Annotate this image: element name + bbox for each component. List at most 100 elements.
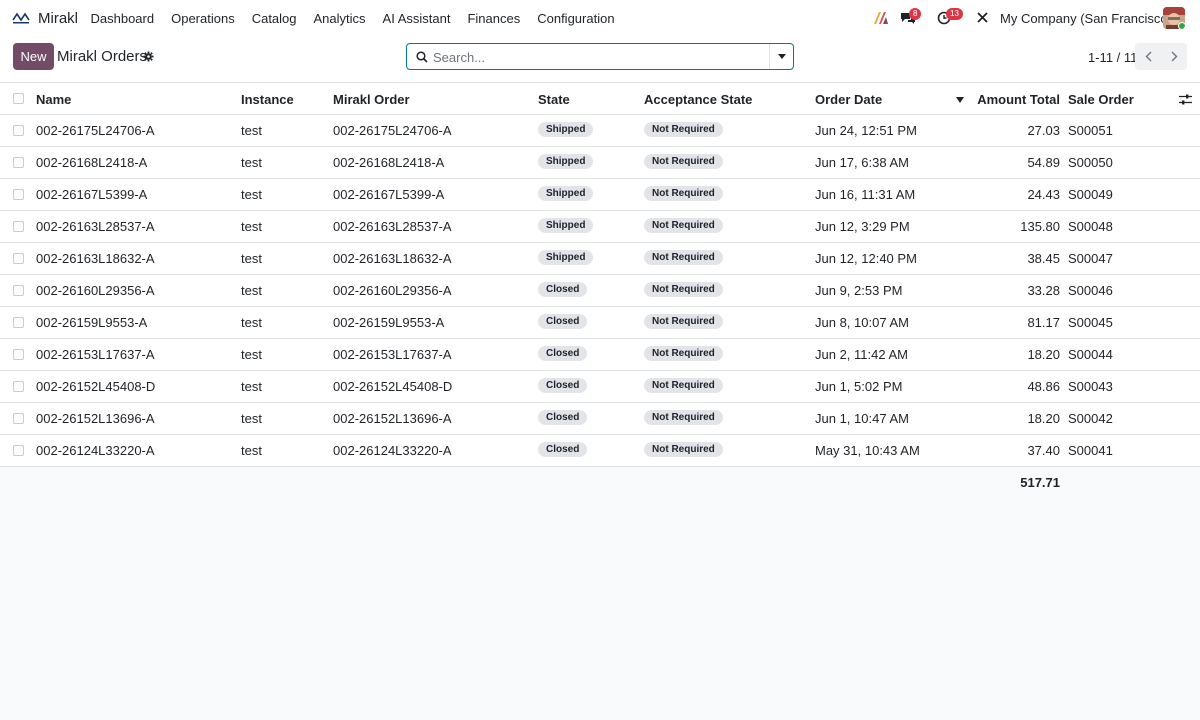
row-checkbox[interactable] xyxy=(13,381,24,392)
state-badge: Shipped xyxy=(538,122,594,138)
menu-analytics[interactable]: Analytics xyxy=(305,11,374,26)
row-checkbox[interactable] xyxy=(13,349,24,360)
cell-mirakl-order: 002-26175L24706-A xyxy=(333,123,452,138)
acceptance-badge: Not Required xyxy=(644,218,723,234)
column-header-name[interactable]: Name xyxy=(36,83,71,115)
cell-amount-total: 38.45 xyxy=(1027,251,1060,266)
cell-instance: test xyxy=(241,155,262,170)
pager-value[interactable]: 1-11 / 11 xyxy=(1088,50,1137,65)
gear-icon[interactable] xyxy=(143,51,154,62)
menu-dashboard[interactable]: Dashboard xyxy=(82,11,163,26)
row-checkbox[interactable] xyxy=(13,413,24,424)
menu-configuration[interactable]: Configuration xyxy=(529,11,623,26)
state-badge: Shipped xyxy=(538,154,594,170)
cell-order-date: Jun 2, 11:42 AM xyxy=(815,347,908,362)
app-name[interactable]: Mirakl xyxy=(38,10,78,27)
table-row[interactable]: 002-26175L24706-A test 002-26175L24706-A… xyxy=(0,115,1200,147)
table-row[interactable]: 002-26160L29356-A test 002-26160L29356-A… xyxy=(0,275,1200,307)
tools-icon[interactable] xyxy=(976,11,989,24)
cell-mirakl-order: 002-26152L45408-D xyxy=(333,379,453,394)
column-header-order-date[interactable]: Order Date xyxy=(815,83,882,115)
orders-list: Name Instance Mirakl Order State Accepta… xyxy=(0,83,1200,499)
cell-order-date: Jun 8, 10:07 AM xyxy=(815,315,909,330)
row-checkbox[interactable] xyxy=(13,125,24,136)
table-row[interactable]: 002-26153L17637-A test 002-26153L17637-A… xyxy=(0,339,1200,371)
select-all-checkbox[interactable] xyxy=(13,93,24,104)
activities-button[interactable]: 13 xyxy=(937,8,963,25)
column-header-state[interactable]: State xyxy=(538,83,570,115)
state-badge: Closed xyxy=(538,410,588,426)
search-input[interactable]: Search... xyxy=(433,50,485,65)
acceptance-badge: Not Required xyxy=(644,122,723,138)
state-badge: Shipped xyxy=(538,218,594,234)
table-header: Name Instance Mirakl Order State Accepta… xyxy=(0,83,1200,115)
row-checkbox[interactable] xyxy=(13,285,24,296)
cell-instance: test xyxy=(241,411,262,426)
mirakl-logo-icon[interactable] xyxy=(11,10,31,26)
state-badge: Closed xyxy=(538,282,588,298)
table-row[interactable]: 002-26124L33220-A test 002-26124L33220-A… xyxy=(0,435,1200,467)
row-checkbox[interactable] xyxy=(13,445,24,456)
cell-state: Shipped xyxy=(538,243,594,275)
cell-sale-order: S00042 xyxy=(1068,411,1113,426)
cell-mirakl-order: 002-26153L17637-A xyxy=(333,347,452,362)
amount-total-sum: 517.71 xyxy=(1020,475,1060,490)
row-checkbox[interactable] xyxy=(13,253,24,264)
cell-order-date: Jun 17, 6:38 AM xyxy=(815,155,909,170)
cell-name: 002-26168L2418-A xyxy=(36,155,148,170)
cell-amount-total: 33.28 xyxy=(1027,283,1060,298)
state-badge: Closed xyxy=(538,442,588,458)
row-checkbox[interactable] xyxy=(13,189,24,200)
cell-instance: test xyxy=(241,347,262,362)
pager-previous-button[interactable] xyxy=(1135,43,1161,70)
acceptance-badge: Not Required xyxy=(644,186,723,202)
acceptance-badge: Not Required xyxy=(644,378,723,394)
cell-amount-total: 48.86 xyxy=(1027,379,1060,394)
page-title[interactable]: Mirakl Orders xyxy=(57,48,147,65)
cell-state: Closed xyxy=(538,307,588,339)
menu-finances[interactable]: Finances xyxy=(459,11,529,26)
acceptance-badge: Not Required xyxy=(644,154,723,170)
row-checkbox[interactable] xyxy=(13,221,24,232)
column-header-sale-order[interactable]: Sale Order xyxy=(1068,83,1134,115)
acceptance-badge: Not Required xyxy=(644,250,723,266)
table-row[interactable]: 002-26163L18632-A test 002-26163L18632-A… xyxy=(0,243,1200,275)
table-row[interactable]: 002-26168L2418-A test 002-26168L2418-A S… xyxy=(0,147,1200,179)
acceptance-badge: Not Required xyxy=(644,314,723,330)
optional-columns-icon[interactable] xyxy=(1179,94,1192,105)
cell-order-date: May 31, 10:43 AM xyxy=(815,443,920,458)
ai-assistant-icon[interactable] xyxy=(873,11,889,25)
cell-amount-total: 37.40 xyxy=(1027,443,1060,458)
messages-button[interactable]: 8 xyxy=(900,8,922,25)
cell-sale-order: S00050 xyxy=(1068,155,1113,170)
search-bar[interactable]: Search... xyxy=(406,43,794,70)
user-avatar[interactable] xyxy=(1163,7,1185,29)
column-header-instance[interactable]: Instance xyxy=(241,83,294,115)
cell-state: Closed xyxy=(538,403,588,435)
menu-catalog[interactable]: Catalog xyxy=(243,11,305,26)
cell-name: 002-26167L5399-A xyxy=(36,187,148,202)
new-button[interactable]: New xyxy=(13,43,54,70)
cell-instance: test xyxy=(241,443,262,458)
column-header-mirakl-order[interactable]: Mirakl Order xyxy=(333,83,410,115)
table-row[interactable]: 002-26163L28537-A test 002-26163L28537-A… xyxy=(0,211,1200,243)
cell-acceptance-state: Not Required xyxy=(644,211,723,243)
search-options-toggle[interactable] xyxy=(769,44,793,69)
menu-operations[interactable]: Operations xyxy=(163,11,244,26)
cell-name: 002-26160L29356-A xyxy=(36,283,155,298)
row-checkbox[interactable] xyxy=(13,157,24,168)
cell-sale-order: S00051 xyxy=(1068,123,1113,138)
column-header-amount-total[interactable]: Amount Total xyxy=(960,83,1060,115)
table-row[interactable]: 002-26152L13696-A test 002-26152L13696-A… xyxy=(0,403,1200,435)
pager-next-button[interactable] xyxy=(1161,43,1187,70)
company-switcher[interactable]: My Company (San Francisco) xyxy=(1000,11,1172,26)
row-checkbox[interactable] xyxy=(13,317,24,328)
table-row[interactable]: 002-26167L5399-A test 002-26167L5399-A S… xyxy=(0,179,1200,211)
table-row[interactable]: 002-26159L9553-A test 002-26159L9553-A C… xyxy=(0,307,1200,339)
cell-order-date: Jun 12, 3:29 PM xyxy=(815,219,910,234)
cell-amount-total: 81.17 xyxy=(1027,315,1060,330)
column-header-acceptance-state[interactable]: Acceptance State xyxy=(644,83,752,115)
menu-ai-assistant[interactable]: AI Assistant xyxy=(374,11,459,26)
acceptance-badge: Not Required xyxy=(644,282,723,298)
table-row[interactable]: 002-26152L45408-D test 002-26152L45408-D… xyxy=(0,371,1200,403)
